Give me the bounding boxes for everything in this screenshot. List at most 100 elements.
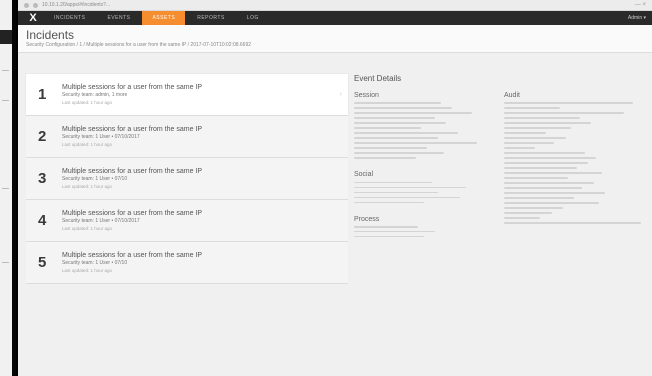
event-details-title: Event Details (354, 74, 402, 83)
incident-meta: Last updated: 1 hour ago (62, 184, 113, 189)
nav-item-assets[interactable]: Assets (142, 11, 186, 25)
detail-line (354, 186, 466, 189)
social-section-title: Social (354, 171, 374, 179)
url-field[interactable]: 10.10.1.20/apps/#/incidents?... (42, 2, 631, 8)
nav-item-events[interactable]: Events (97, 11, 140, 25)
nav-item-log[interactable]: Log (237, 11, 269, 25)
detail-line (354, 122, 447, 124)
nav-item-incidents[interactable]: Incidents (44, 11, 95, 25)
incident-title: Multiple sessions for a user from the sa… (62, 252, 203, 259)
incident-subtitle: Security team: 1 User • 07/10 (62, 176, 128, 182)
detail-line (504, 177, 569, 179)
detail-line (504, 132, 546, 134)
incident-meta: Last updated: 1 hour ago (62, 100, 113, 105)
detail-line (504, 137, 566, 139)
browser-forward-icon[interactable] (33, 2, 38, 8)
incident-item[interactable]: 2 Multiple sessions for a user from the … (26, 116, 348, 158)
detail-line (504, 152, 586, 154)
detail-line (504, 202, 600, 204)
incident-meta: Last updated: 1 hour ago (62, 268, 113, 273)
detail-line (504, 167, 577, 169)
incident-number: 3 (38, 170, 47, 187)
background-window-bar (0, 30, 12, 44)
detail-line (354, 230, 436, 233)
incident-title: Multiple sessions for a user from the sa… (62, 210, 203, 217)
detail-line (504, 192, 605, 194)
detail-line (354, 142, 478, 144)
breadcrumb[interactable]: Security Configuration / 1 / Multiple se… (26, 42, 644, 48)
detail-line (354, 127, 422, 129)
detail-line (504, 147, 535, 149)
detail-line (504, 142, 555, 144)
incident-list: 1 Multiple sessions for a user from the … (26, 74, 348, 284)
nav-item-reports[interactable]: Reports (187, 11, 235, 25)
incident-number: 4 (38, 212, 47, 229)
background-window-line (2, 70, 9, 71)
incident-subtitle: Security team: admin, 1 more (62, 92, 128, 98)
detail-line (504, 187, 583, 189)
incident-title: Multiple sessions for a user from the sa… (62, 168, 203, 175)
process-section-title: Process (354, 215, 380, 223)
detail-line (504, 222, 642, 224)
incident-meta: Last updated: 1 hour ago (62, 142, 113, 147)
app-logo[interactable]: X (24, 12, 42, 24)
detail-line (354, 112, 472, 114)
detail-line (504, 122, 591, 124)
detail-line (354, 147, 427, 149)
incident-number: 1 (38, 86, 47, 103)
incident-title: Multiple sessions for a user from the sa… (62, 84, 203, 91)
browser-back-icon[interactable] (24, 2, 29, 8)
detail-line (354, 157, 416, 159)
incident-item[interactable]: 4 Multiple sessions for a user from the … (26, 200, 348, 242)
details-right-column: Audit (504, 92, 644, 227)
user-menu[interactable]: Admin ▾ (628, 15, 646, 21)
detail-line (504, 102, 633, 104)
browser-address-bar: 10.10.1.20/apps/#/incidents?... — × (18, 0, 652, 11)
main-content: 1 Multiple sessions for a user from the … (18, 62, 652, 376)
audit-section-title: Audit (504, 92, 520, 99)
incident-subtitle: Security team: 1 User • 07/10 (62, 260, 128, 266)
session-section-title: Session (354, 92, 379, 99)
incident-item[interactable]: 5 Multiple sessions for a user from the … (26, 242, 348, 284)
detail-line (504, 157, 597, 159)
detail-line (504, 182, 594, 184)
detail-line (354, 137, 438, 139)
page-title: Incidents (26, 28, 75, 42)
incident-title: Multiple sessions for a user from the sa… (62, 126, 203, 133)
background-window-line (2, 188, 9, 189)
detail-line (504, 112, 625, 114)
detail-line (504, 107, 560, 109)
detail-line (504, 217, 541, 219)
detail-line (354, 181, 433, 184)
detail-line (354, 117, 436, 119)
background-window-line (2, 100, 9, 101)
detail-line (504, 197, 574, 199)
page-header: Incidents Security Configuration / 1 / M… (18, 25, 652, 53)
window-controls[interactable]: — × (635, 2, 646, 8)
detail-line (354, 152, 444, 154)
incident-item[interactable]: 3 Multiple sessions for a user from the … (26, 158, 348, 200)
detail-line (504, 212, 552, 214)
detail-line (354, 196, 461, 199)
detail-line (504, 162, 588, 164)
event-details-panel: Event Details Session Social Process Aud… (354, 74, 646, 314)
incident-subtitle: Security team: 1 User • 07/10/2017 (62, 134, 140, 140)
incident-meta: Last updated: 1 hour ago (62, 226, 113, 231)
detail-line (504, 117, 580, 119)
incident-number: 5 (38, 254, 47, 271)
detail-line (354, 225, 419, 228)
chevron-right-icon: › (339, 91, 342, 98)
detail-line (354, 132, 458, 134)
incident-number: 2 (38, 128, 47, 145)
detail-line (354, 102, 441, 104)
detail-line (504, 172, 602, 174)
app-window: 10.10.1.20/apps/#/incidents?... — × X In… (18, 0, 652, 376)
detail-line (504, 127, 572, 129)
detail-line (354, 191, 438, 194)
detail-line (504, 207, 563, 209)
incident-subtitle: Security team: 1 User • 07/10/2017 (62, 218, 140, 224)
detail-line (354, 107, 452, 109)
details-left-column: Session Social Process (354, 92, 494, 241)
detail-line (354, 235, 424, 238)
incident-item[interactable]: 1 Multiple sessions for a user from the … (26, 74, 348, 116)
